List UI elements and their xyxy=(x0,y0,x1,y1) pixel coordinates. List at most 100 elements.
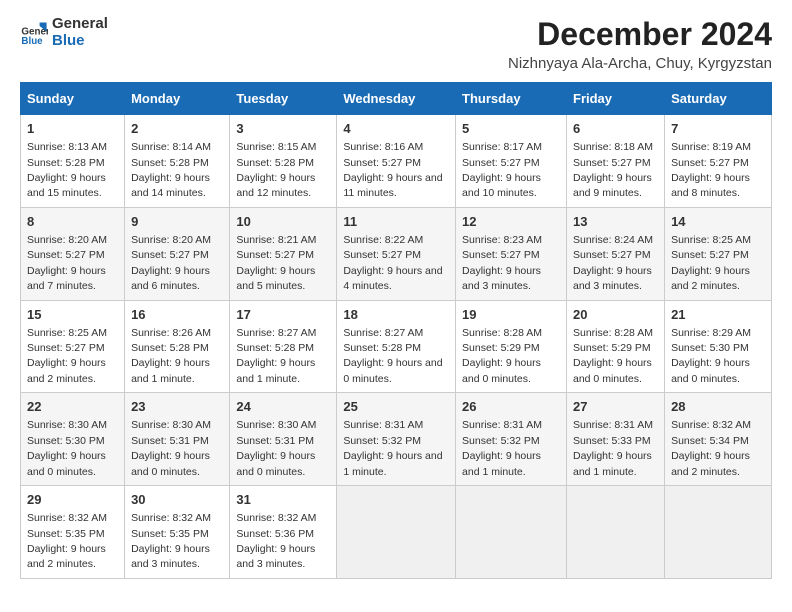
calendar-cell: 1 Sunrise: 8:13 AMSunset: 5:28 PMDaylight… xyxy=(21,115,125,208)
day-number: 22 xyxy=(27,398,118,416)
calendar-table: SundayMondayTuesdayWednesdayThursdayFrid… xyxy=(20,82,772,579)
day-number: 23 xyxy=(131,398,223,416)
day-number: 20 xyxy=(573,306,658,324)
column-header-monday: Monday xyxy=(125,83,230,115)
cell-info: Sunrise: 8:25 AMSunset: 5:27 PMDaylight:… xyxy=(27,327,107,385)
column-header-wednesday: Wednesday xyxy=(337,83,456,115)
svg-text:Blue: Blue xyxy=(21,36,43,47)
column-header-thursday: Thursday xyxy=(456,83,567,115)
cell-info: Sunrise: 8:22 AMSunset: 5:27 PMDaylight:… xyxy=(343,234,442,292)
day-number: 21 xyxy=(671,306,765,324)
day-number: 13 xyxy=(573,213,658,231)
cell-info: Sunrise: 8:28 AMSunset: 5:29 PMDaylight:… xyxy=(462,327,542,385)
calendar-cell: 18 Sunrise: 8:27 AMSunset: 5:28 PMDayligh… xyxy=(337,300,456,393)
logo-icon: General Blue xyxy=(20,19,48,47)
cell-info: Sunrise: 8:31 AMSunset: 5:33 PMDaylight:… xyxy=(573,419,653,477)
cell-info: Sunrise: 8:21 AMSunset: 5:27 PMDaylight:… xyxy=(236,234,316,292)
cell-info: Sunrise: 8:28 AMSunset: 5:29 PMDaylight:… xyxy=(573,327,653,385)
cell-info: Sunrise: 8:31 AMSunset: 5:32 PMDaylight:… xyxy=(462,419,542,477)
calendar-cell: 19 Sunrise: 8:28 AMSunset: 5:29 PMDayligh… xyxy=(456,300,567,393)
day-number: 17 xyxy=(236,306,330,324)
calendar-cell: 15 Sunrise: 8:25 AMSunset: 5:27 PMDayligh… xyxy=(21,300,125,393)
calendar-cell xyxy=(665,486,772,579)
cell-info: Sunrise: 8:31 AMSunset: 5:32 PMDaylight:… xyxy=(343,419,442,477)
calendar-cell xyxy=(567,486,665,579)
calendar-cell: 5Sunrise: 8:17 AMSunset: 5:27 PMDaylight… xyxy=(456,115,567,208)
day-number: 28 xyxy=(671,398,765,416)
cell-info: Sunrise: 8:19 AMSunset: 5:27 PMDaylight:… xyxy=(671,141,751,199)
calendar-cell: 20 Sunrise: 8:28 AMSunset: 5:29 PMDayligh… xyxy=(567,300,665,393)
cell-info: Sunrise: 8:13 AMSunset: 5:28 PMDaylight:… xyxy=(27,141,107,199)
cell-info: Sunrise: 8:32 AMSunset: 5:35 PMDaylight:… xyxy=(27,512,107,570)
day-number: 2 xyxy=(131,120,223,138)
cell-info: Sunrise: 8:30 AMSunset: 5:31 PMDaylight:… xyxy=(236,419,316,477)
cell-info: Sunrise: 8:30 AMSunset: 5:31 PMDaylight:… xyxy=(131,419,211,477)
calendar-cell: 22 Sunrise: 8:30 AMSunset: 5:30 PMDayligh… xyxy=(21,393,125,486)
day-number: 15 xyxy=(27,306,118,324)
day-number: 7 xyxy=(671,120,765,138)
calendar-cell: 26 Sunrise: 8:31 AMSunset: 5:32 PMDayligh… xyxy=(456,393,567,486)
page-header: General Blue General Blue December 2024 … xyxy=(20,16,772,72)
calendar-header-row: SundayMondayTuesdayWednesdayThursdayFrid… xyxy=(21,83,772,115)
day-number: 1 xyxy=(27,120,118,138)
cell-info: Sunrise: 8:32 AMSunset: 5:35 PMDaylight:… xyxy=(131,512,211,570)
calendar-cell: 8Sunrise: 8:20 AMSunset: 5:27 PMDaylight… xyxy=(21,207,125,300)
cell-info: Sunrise: 8:16 AMSunset: 5:27 PMDaylight:… xyxy=(343,141,442,199)
day-number: 27 xyxy=(573,398,658,416)
day-number: 19 xyxy=(462,306,560,324)
day-number: 12 xyxy=(462,213,560,231)
subtitle: Nizhnyaya Ala-Archa, Chuy, Kyrgyzstan xyxy=(508,55,772,72)
cell-info: Sunrise: 8:32 AMSunset: 5:36 PMDaylight:… xyxy=(236,512,316,570)
day-number: 25 xyxy=(343,398,449,416)
day-number: 16 xyxy=(131,306,223,324)
logo-line2: Blue xyxy=(52,33,108,50)
column-header-tuesday: Tuesday xyxy=(230,83,337,115)
calendar-week-row: 22 Sunrise: 8:30 AMSunset: 5:30 PMDayligh… xyxy=(21,393,772,486)
cell-info: Sunrise: 8:20 AMSunset: 5:27 PMDaylight:… xyxy=(27,234,107,292)
calendar-week-row: 1 Sunrise: 8:13 AMSunset: 5:28 PMDaylight… xyxy=(21,115,772,208)
day-number: 26 xyxy=(462,398,560,416)
calendar-cell: 29 Sunrise: 8:32 AMSunset: 5:35 PMDayligh… xyxy=(21,486,125,579)
calendar-week-row: 8Sunrise: 8:20 AMSunset: 5:27 PMDaylight… xyxy=(21,207,772,300)
cell-info: Sunrise: 8:27 AMSunset: 5:28 PMDaylight:… xyxy=(343,327,442,385)
day-number: 31 xyxy=(236,491,330,509)
cell-info: Sunrise: 8:30 AMSunset: 5:30 PMDaylight:… xyxy=(27,419,107,477)
calendar-cell: 11 Sunrise: 8:22 AMSunset: 5:27 PMDayligh… xyxy=(337,207,456,300)
calendar-cell: 6Sunrise: 8:18 AMSunset: 5:27 PMDaylight… xyxy=(567,115,665,208)
day-number: 3 xyxy=(236,120,330,138)
cell-info: Sunrise: 8:27 AMSunset: 5:28 PMDaylight:… xyxy=(236,327,316,385)
calendar-cell xyxy=(337,486,456,579)
cell-info: Sunrise: 8:18 AMSunset: 5:27 PMDaylight:… xyxy=(573,141,653,199)
calendar-cell: 27 Sunrise: 8:31 AMSunset: 5:33 PMDayligh… xyxy=(567,393,665,486)
logo: General Blue General Blue xyxy=(20,16,108,49)
calendar-cell: 12Sunrise: 8:23 AMSunset: 5:27 PMDayligh… xyxy=(456,207,567,300)
cell-info: Sunrise: 8:24 AMSunset: 5:27 PMDaylight:… xyxy=(573,234,653,292)
calendar-cell: 23 Sunrise: 8:30 AMSunset: 5:31 PMDayligh… xyxy=(125,393,230,486)
main-title: December 2024 xyxy=(508,16,772,53)
day-number: 11 xyxy=(343,213,449,231)
column-header-saturday: Saturday xyxy=(665,83,772,115)
calendar-cell: 9 Sunrise: 8:20 AMSunset: 5:27 PMDaylight… xyxy=(125,207,230,300)
calendar-cell: 31 Sunrise: 8:32 AMSunset: 5:36 PMDayligh… xyxy=(230,486,337,579)
day-number: 30 xyxy=(131,491,223,509)
calendar-cell: 28 Sunrise: 8:32 AMSunset: 5:34 PMDayligh… xyxy=(665,393,772,486)
day-number: 29 xyxy=(27,491,118,509)
title-block: December 2024 Nizhnyaya Ala-Archa, Chuy,… xyxy=(508,16,772,72)
calendar-cell: 17 Sunrise: 8:27 AMSunset: 5:28 PMDayligh… xyxy=(230,300,337,393)
calendar-week-row: 15 Sunrise: 8:25 AMSunset: 5:27 PMDayligh… xyxy=(21,300,772,393)
cell-info: Sunrise: 8:15 AMSunset: 5:28 PMDaylight:… xyxy=(236,141,316,199)
column-header-friday: Friday xyxy=(567,83,665,115)
day-number: 5 xyxy=(462,120,560,138)
cell-info: Sunrise: 8:29 AMSunset: 5:30 PMDaylight:… xyxy=(671,327,751,385)
calendar-cell: 21 Sunrise: 8:29 AMSunset: 5:30 PMDayligh… xyxy=(665,300,772,393)
day-number: 18 xyxy=(343,306,449,324)
cell-info: Sunrise: 8:32 AMSunset: 5:34 PMDaylight:… xyxy=(671,419,751,477)
calendar-cell: 7 Sunrise: 8:19 AMSunset: 5:27 PMDaylight… xyxy=(665,115,772,208)
calendar-cell: 16Sunrise: 8:26 AMSunset: 5:28 PMDayligh… xyxy=(125,300,230,393)
day-number: 9 xyxy=(131,213,223,231)
day-number: 14 xyxy=(671,213,765,231)
calendar-cell xyxy=(456,486,567,579)
cell-info: Sunrise: 8:25 AMSunset: 5:27 PMDaylight:… xyxy=(671,234,751,292)
cell-info: Sunrise: 8:20 AMSunset: 5:27 PMDaylight:… xyxy=(131,234,211,292)
calendar-cell: 24Sunrise: 8:30 AMSunset: 5:31 PMDayligh… xyxy=(230,393,337,486)
